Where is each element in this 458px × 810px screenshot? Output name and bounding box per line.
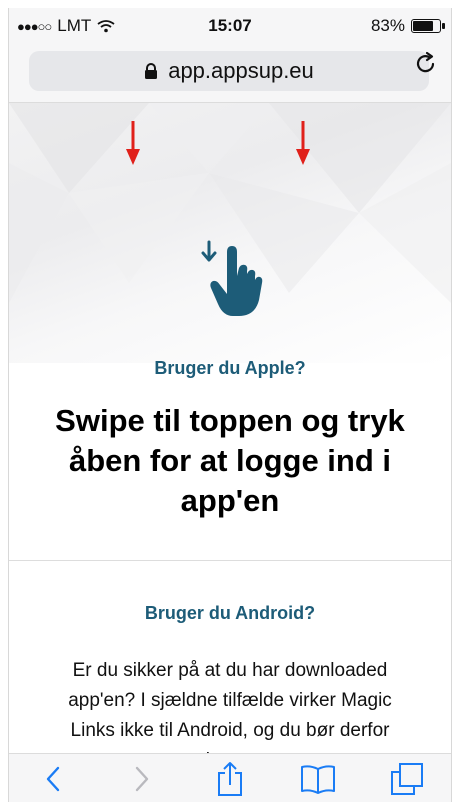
- tabs-button[interactable]: [385, 757, 429, 801]
- arrow-down-icon: [126, 121, 140, 165]
- address-bar: app.appsup.eu: [9, 42, 451, 103]
- back-button[interactable]: [31, 757, 75, 801]
- phone-screen: ●●●○○ LMT 15:07 83% app.appsup.eu Bruger…: [8, 8, 452, 802]
- share-button[interactable]: [208, 757, 252, 801]
- reload-icon: [416, 51, 435, 73]
- bookmarks-icon: [301, 764, 336, 794]
- url-text: app.appsup.eu: [168, 58, 314, 83]
- hero-background: [9, 103, 451, 363]
- polygon-pattern: [9, 103, 451, 303]
- bottom-toolbar: [9, 753, 451, 802]
- url-field[interactable]: app.appsup.eu: [29, 51, 429, 91]
- divider: [9, 560, 451, 561]
- android-text: Er du sikker på at du har downloaded app…: [68, 660, 392, 753]
- status-bar: ●●●○○ LMT 15:07 83%: [9, 8, 451, 42]
- forward-icon: [135, 766, 148, 791]
- back-icon: [46, 766, 60, 791]
- android-question: Bruger du Android?: [144, 603, 316, 623]
- battery-icon: [411, 19, 445, 33]
- arrow-down-icon: [296, 121, 310, 165]
- bookmarks-button[interactable]: [296, 757, 340, 801]
- tabs-icon: [390, 762, 423, 795]
- battery-percentage: 83%: [370, 16, 405, 35]
- forward-button[interactable]: [120, 757, 164, 801]
- battery-group: 83%: [370, 16, 445, 36]
- apple-question: Bruger du Apple?: [154, 358, 306, 378]
- swipe-down-hand-icon: [201, 240, 263, 316]
- battery-fill: [413, 21, 433, 31]
- share-icon: [217, 761, 242, 796]
- lock-icon: [145, 62, 158, 79]
- web-page: Bruger du Apple? Swipe til toppen og try…: [9, 103, 451, 753]
- headline: Swipe til toppen og tryk åben for at log…: [55, 403, 405, 518]
- reload-button[interactable]: [415, 51, 437, 81]
